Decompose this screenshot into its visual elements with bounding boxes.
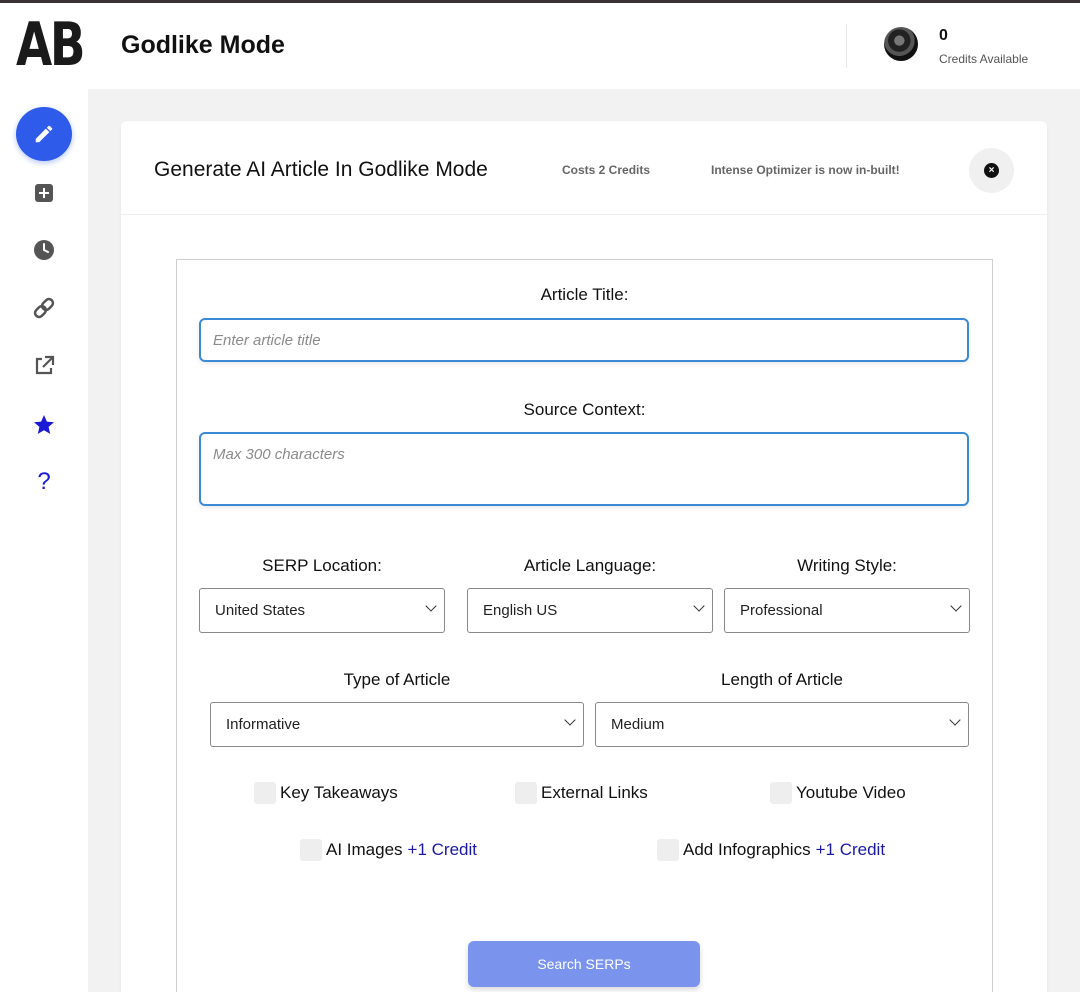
article-language-value: English US [483, 602, 558, 619]
sidebar-item-history[interactable] [16, 222, 72, 278]
ai-images-credit: +1 Credit [407, 840, 477, 859]
app-logo[interactable]: AB [16, 13, 86, 77]
close-icon: × [984, 163, 999, 178]
infographics-credit: +1 Credit [815, 840, 886, 859]
external-links-checkbox[interactable] [515, 782, 537, 804]
header-divider [846, 24, 847, 68]
article-length-label: Length of Article [721, 670, 843, 689]
external-links-label: External Links [541, 783, 648, 802]
page-title: Godlike Mode [121, 31, 285, 59]
card-title: Generate AI Article In Godlike Mode [154, 158, 488, 181]
youtube-video-label: Youtube Video [796, 783, 906, 802]
question-icon: ? [37, 468, 51, 495]
ai-images-checkbox[interactable] [300, 839, 322, 861]
article-type-value: Informative [226, 716, 301, 733]
sidebar-item-external[interactable] [16, 338, 72, 394]
article-language-label: Article Language: [523, 556, 657, 575]
chevron-down-icon [949, 714, 961, 726]
avatar[interactable] [884, 27, 918, 61]
youtube-video-option[interactable]: Youtube Video [770, 782, 906, 804]
card-header: Generate AI Article In Godlike Mode Cost… [121, 121, 1047, 215]
article-type-select[interactable]: Informative [210, 702, 584, 747]
infographics-option[interactable]: Add Infographics +1 Credit [657, 839, 885, 861]
external-link-icon [35, 355, 55, 375]
youtube-video-checkbox[interactable] [770, 782, 792, 804]
article-generator-card: Generate AI Article In Godlike Mode Cost… [121, 121, 1047, 992]
close-button[interactable]: × [969, 148, 1014, 193]
serp-location-label: SERP Location: [262, 556, 382, 575]
pencil-icon [35, 125, 53, 143]
writing-style-value: Professional [740, 602, 823, 619]
article-title-input[interactable] [199, 318, 969, 362]
source-context-input[interactable] [199, 432, 969, 506]
star-icon [34, 415, 54, 434]
key-takeaways-label: Key Takeaways [280, 783, 398, 802]
chevron-down-icon [425, 600, 437, 612]
chevron-down-icon [693, 600, 705, 612]
sidebar-item-links[interactable] [16, 280, 72, 336]
sidebar-item-new[interactable] [16, 165, 72, 221]
ai-images-label: AI Images [326, 840, 403, 859]
serp-location-select[interactable]: United States [199, 588, 445, 633]
link-icon [33, 297, 55, 319]
search-serps-button[interactable]: Search SERPs [468, 941, 700, 987]
external-links-option[interactable]: External Links [515, 782, 648, 804]
writing-style-select[interactable]: Professional [724, 588, 970, 633]
clock-icon [34, 240, 54, 260]
infographics-label: Add Infographics [683, 840, 811, 859]
cost-note: Costs 2 Credits [562, 163, 651, 177]
article-title-label: Article Title: [540, 285, 629, 304]
sidebar-item-godlike-mode[interactable] [16, 107, 72, 161]
optimizer-note: Intense Optimizer is now in-built! [711, 163, 900, 177]
infographics-checkbox[interactable] [657, 839, 679, 861]
key-takeaways-option[interactable]: Key Takeaways [254, 782, 398, 804]
sidebar-item-help[interactable]: ? [16, 454, 72, 510]
article-length-value: Medium [611, 716, 665, 733]
article-form: Article Title: Source Context: SERP Loca… [176, 259, 993, 992]
serp-location-value: United States [215, 602, 306, 619]
logo-text: AB [16, 10, 86, 80]
article-length-select[interactable]: Medium [595, 702, 969, 747]
credits-label: Credits Available [939, 52, 1029, 66]
key-takeaways-checkbox[interactable] [254, 782, 276, 804]
article-type-label: Type of Article [343, 670, 451, 689]
ai-images-option[interactable]: AI Images +1 Credit [300, 839, 477, 861]
article-language-select[interactable]: English US [467, 588, 713, 633]
header: AB Godlike Mode 0 Credits Available [0, 3, 1080, 89]
sidebar: ? [0, 89, 88, 992]
plus-square-icon [35, 184, 53, 202]
chevron-down-icon [564, 714, 576, 726]
sidebar-item-favorites[interactable] [16, 397, 72, 453]
source-context-label: Source Context: [523, 400, 646, 419]
credits-count: 0 [939, 27, 948, 44]
chevron-down-icon [950, 600, 962, 612]
writing-style-label: Writing Style: [797, 556, 897, 575]
